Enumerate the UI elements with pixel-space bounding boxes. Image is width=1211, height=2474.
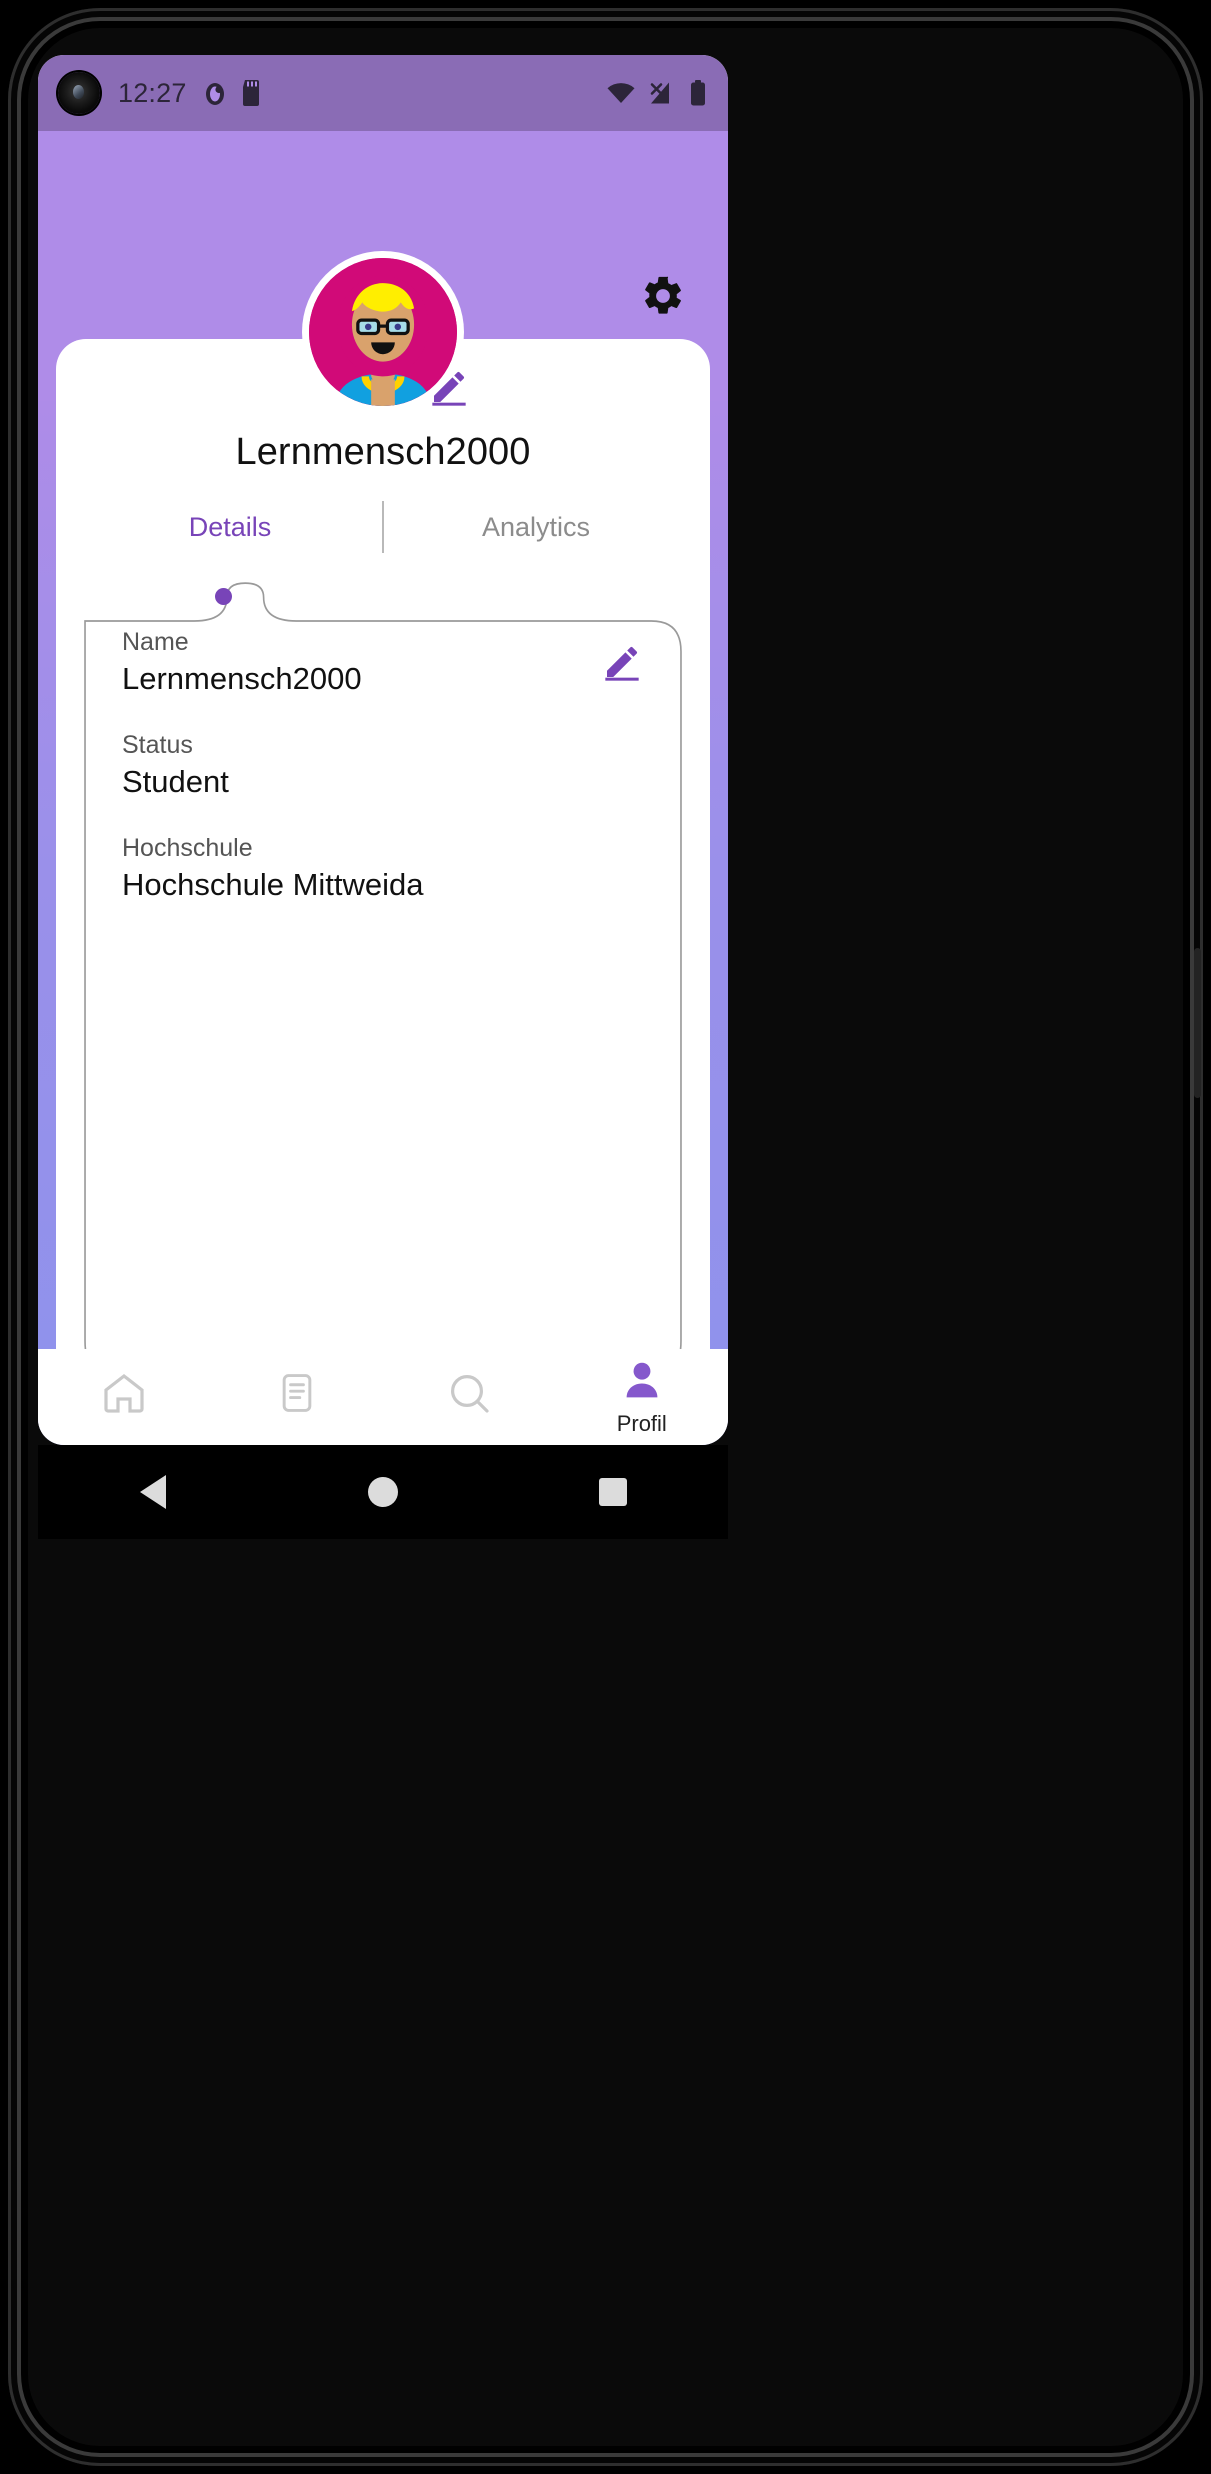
search-icon (445, 1369, 493, 1422)
nav-item-search[interactable] (383, 1349, 556, 1445)
person-icon (620, 1358, 664, 1407)
wifi-icon (606, 81, 636, 105)
sd-card-icon (241, 80, 263, 106)
nav-item-profile[interactable]: Profil (556, 1349, 729, 1445)
avatar[interactable] (302, 251, 466, 413)
details-tab-indicator-dot (215, 588, 232, 605)
field-status: Status Student (122, 731, 648, 800)
gear-icon (640, 273, 686, 324)
android-back-button[interactable] (108, 1462, 198, 1522)
nav-label: Profil (616, 1410, 667, 1436)
profile-tabs: Details Analytics (78, 501, 688, 553)
home-circle-icon (368, 1477, 398, 1507)
bottom-navigation: Profil (38, 1349, 728, 1445)
field-name: Name Lernmensch2000 (122, 628, 648, 697)
profile-sheet: Lernmensch2000 Details Analytics Name Le… (56, 251, 710, 1401)
pencil-edit-icon (605, 646, 639, 681)
page-body: Lernmensch2000 Details Analytics Name Le… (38, 251, 728, 1445)
pencil-edit-icon (432, 371, 466, 406)
details-field-list: Name Lernmensch2000 Status Student Hochs… (122, 628, 648, 937)
field-label: Hochschule (122, 834, 253, 862)
field-value: Hochschule Mittweida (122, 867, 424, 902)
recents-square-icon (599, 1478, 627, 1506)
field-hochschule: Hochschule Hochschule Mittweida (122, 834, 648, 903)
document-icon (275, 1371, 319, 1420)
status-bar: 12:27 (38, 55, 728, 131)
back-triangle-icon (140, 1475, 166, 1509)
details-card: Name Lernmensch2000 Status Student Hochs… (84, 582, 682, 1379)
android-home-button[interactable] (338, 1462, 428, 1522)
camera-punch-hole (58, 72, 100, 114)
field-value: Student (122, 764, 229, 799)
signal-no-service-icon (649, 81, 677, 105)
edit-name-button[interactable] (602, 642, 642, 682)
settings-button[interactable] (640, 275, 686, 321)
status-time: 12:27 (118, 77, 187, 108)
battery-full-icon (690, 80, 706, 106)
field-value: Lernmensch2000 (122, 661, 362, 696)
edit-avatar-button[interactable] (428, 365, 470, 407)
phone-screen: 12:27 Lernmensch2000 Details Analytics N… (38, 55, 728, 1445)
android-recents-button[interactable] (568, 1462, 658, 1522)
android-system-nav (38, 1445, 728, 1539)
field-label: Name (122, 628, 189, 656)
profile-username: Lernmensch2000 (235, 431, 531, 473)
alarm-icon (203, 80, 227, 106)
tab-details[interactable]: Details (78, 502, 382, 553)
field-label: Status (122, 731, 193, 759)
nav-item-documents[interactable] (211, 1349, 384, 1445)
nav-item-home[interactable] (38, 1349, 211, 1445)
tab-analytics[interactable]: Analytics (384, 502, 688, 553)
power-button[interactable] (1194, 948, 1201, 1098)
home-icon (100, 1369, 148, 1422)
